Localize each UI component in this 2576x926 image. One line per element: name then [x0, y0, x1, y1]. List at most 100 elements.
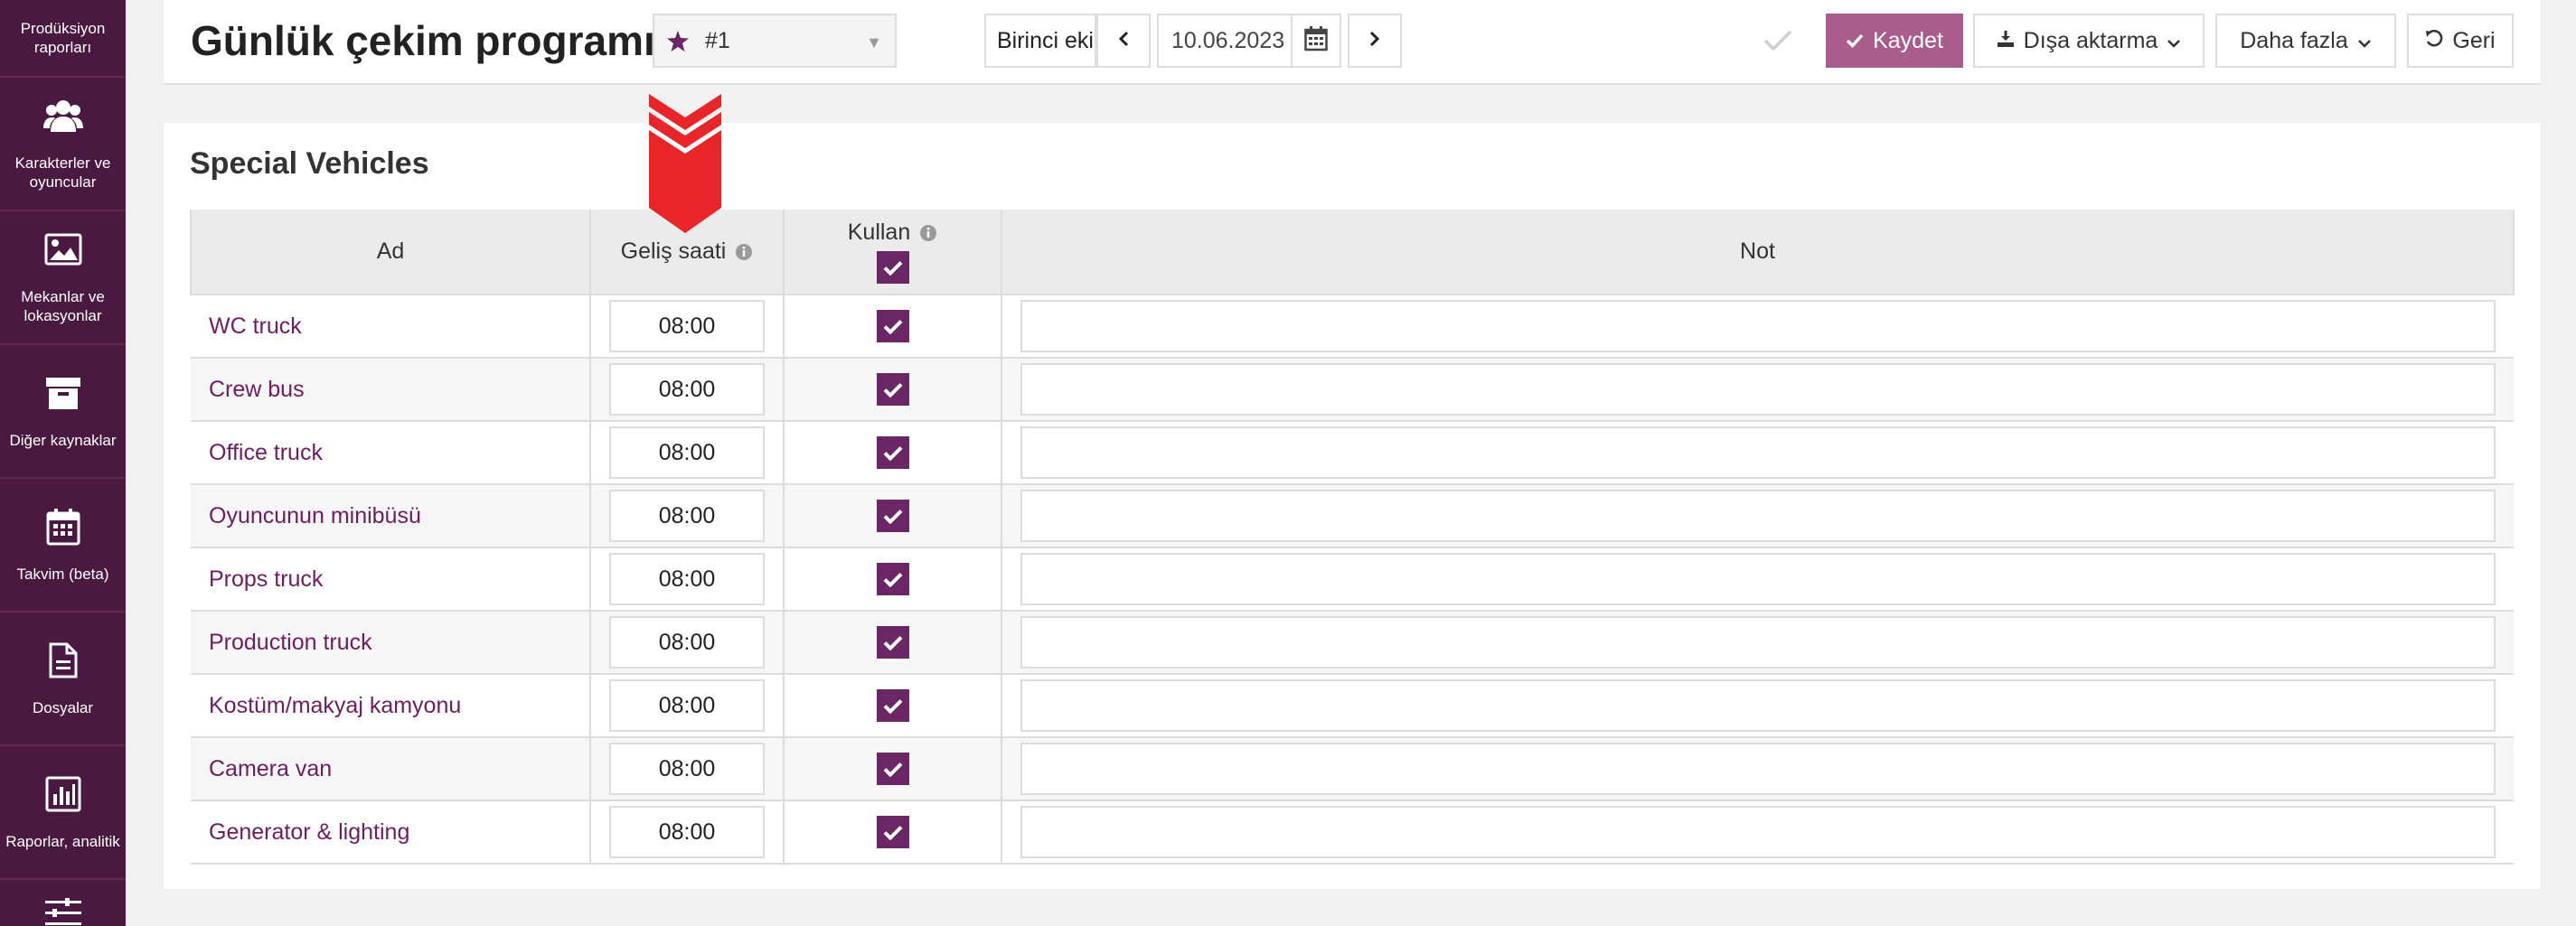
table-row: Kostüm/makyaj kamyonu — [191, 673, 2514, 738]
info-icon[interactable] — [735, 243, 753, 261]
project-select[interactable]: #1 ▼ — [653, 14, 897, 68]
vehicle-name-link[interactable]: Crew bus — [191, 357, 590, 422]
note-input[interactable] — [1020, 806, 2496, 858]
use-cell — [783, 800, 1002, 865]
vehicle-name-link[interactable]: Oyuncunun minibüsü — [191, 483, 590, 548]
note-input[interactable] — [1020, 300, 2496, 352]
note-input[interactable] — [1020, 616, 2496, 669]
note-cell — [1001, 357, 2514, 422]
sidebar-item-files[interactable]: Dosyalar — [0, 613, 126, 746]
arrival-time-input[interactable] — [609, 806, 765, 858]
info-icon[interactable] — [919, 224, 937, 242]
back-button-label: Geri — [2452, 27, 2496, 53]
use-checkbox[interactable] — [876, 310, 909, 342]
bar-chart-icon — [43, 774, 83, 814]
use-checkbox[interactable] — [876, 500, 909, 532]
note-input[interactable] — [1020, 743, 2496, 795]
vehicle-name-link[interactable]: Camera van — [191, 736, 590, 801]
vehicle-name-link[interactable]: Props truck — [191, 547, 590, 612]
arrival-time-input[interactable] — [609, 679, 765, 732]
prev-date-button[interactable] — [1096, 14, 1151, 68]
use-cell — [783, 420, 1002, 485]
back-button[interactable]: Geri — [2407, 14, 2514, 68]
sidebar-item-settings[interactable] — [0, 880, 126, 926]
table-row: Crew bus — [191, 357, 2514, 422]
note-cell — [1001, 294, 2514, 359]
save-button[interactable]: Kaydet — [1826, 14, 1963, 68]
note-input[interactable] — [1020, 553, 2496, 605]
table-header-row: Ad Geliş saati Kullan Not — [190, 210, 2515, 295]
note-input[interactable] — [1020, 679, 2496, 732]
chevron-left-icon — [1118, 31, 1129, 51]
unit-select[interactable]: Birinci ekip — [984, 14, 1096, 68]
arrival-time-cell — [589, 800, 785, 865]
page-header: Günlük çekim programı #1 ▼ Birinci ekip … — [164, 0, 2541, 85]
vehicle-name-link[interactable]: Kostüm/makyaj kamyonu — [191, 673, 590, 738]
export-button[interactable]: Dışa aktarma — [1973, 14, 2205, 68]
undo-icon — [2425, 28, 2443, 54]
sidebar-item-label: Mekanlar ve lokasyonlar — [21, 288, 105, 324]
use-checkbox[interactable] — [876, 816, 909, 848]
vehicle-name-link[interactable]: WC truck — [191, 294, 590, 359]
arrival-time-cell — [589, 736, 785, 801]
vehicle-name-link[interactable]: Production truck — [191, 610, 590, 675]
calendar-icon — [1304, 25, 1328, 56]
arrival-time-input[interactable] — [609, 553, 765, 605]
note-input[interactable] — [1020, 426, 2496, 479]
vehicle-name-link[interactable]: Generator & lighting — [191, 800, 590, 865]
column-header-name[interactable]: Ad — [190, 210, 591, 295]
vehicle-name-link[interactable]: Office truck — [191, 420, 590, 485]
next-date-button[interactable] — [1348, 14, 1402, 68]
use-cell — [783, 547, 1002, 612]
sidebar-item-reports[interactable]: Prodüksiyon raporları — [0, 0, 126, 78]
sidebar-item-analytics[interactable]: Raporlar, analitik — [0, 746, 126, 880]
use-checkbox[interactable] — [876, 689, 909, 722]
arrival-time-input[interactable] — [609, 363, 765, 416]
note-input[interactable] — [1020, 363, 2496, 416]
note-cell — [1001, 547, 2514, 612]
arrival-time-input[interactable] — [609, 616, 765, 669]
column-header-note-label: Not — [1740, 239, 1775, 264]
table-row: Office truck — [191, 420, 2514, 485]
sidebar-item-other-resources[interactable]: Diğer kaynaklar — [0, 345, 126, 479]
sidebar-item-label: Karakterler ve oyuncular — [14, 154, 111, 191]
check-icon — [1846, 28, 1864, 54]
use-cell — [783, 673, 1002, 738]
star-icon — [667, 30, 692, 51]
arrival-time-cell — [589, 483, 785, 548]
arrival-time-cell — [589, 610, 785, 675]
date-input[interactable]: 10.06.2023 — [1157, 14, 1291, 68]
select-all-checkbox[interactable] — [876, 251, 909, 284]
sidebar-item-characters[interactable]: Karakterler ve oyuncular — [0, 78, 126, 211]
export-button-label: Dışa aktarma — [2023, 27, 2158, 53]
note-input[interactable] — [1020, 490, 2496, 542]
calendar-button[interactable] — [1291, 14, 1341, 68]
use-checkbox[interactable] — [876, 373, 909, 406]
use-cell — [783, 294, 1002, 359]
use-checkbox[interactable] — [876, 626, 909, 659]
more-button-label: Daha fazla — [2240, 27, 2348, 53]
use-cell — [783, 610, 1002, 675]
column-header-use: Kullan — [783, 210, 1002, 295]
sidebar-item-locations[interactable]: Mekanlar ve lokasyonlar — [0, 211, 126, 345]
use-checkbox[interactable] — [876, 436, 909, 469]
more-button[interactable]: Daha fazla — [2215, 14, 2396, 68]
annotation-arrow — [649, 94, 721, 233]
image-icon — [43, 229, 83, 269]
sidebar-item-label: Prodüksiyon raporları — [20, 20, 106, 56]
chevron-down-icon — [2357, 28, 2372, 54]
column-header-use-label: Kullan — [847, 220, 911, 245]
sidebar: Prodüksiyon raporları Karakterler ve oyu… — [0, 0, 126, 926]
use-checkbox[interactable] — [876, 563, 909, 595]
sidebar-item-label: Diğer kaynaklar — [9, 432, 117, 449]
table-row: Props truck — [191, 547, 2514, 612]
arrival-time-input[interactable] — [609, 426, 765, 479]
archive-icon — [43, 373, 83, 413]
arrival-time-input[interactable] — [609, 743, 765, 795]
arrival-time-cell — [589, 420, 785, 485]
sidebar-item-calendar[interactable]: Takvim (beta) — [0, 479, 126, 613]
use-checkbox[interactable] — [876, 753, 909, 785]
arrival-time-input[interactable] — [609, 300, 765, 352]
download-icon — [1997, 28, 2015, 54]
arrival-time-input[interactable] — [609, 490, 765, 542]
